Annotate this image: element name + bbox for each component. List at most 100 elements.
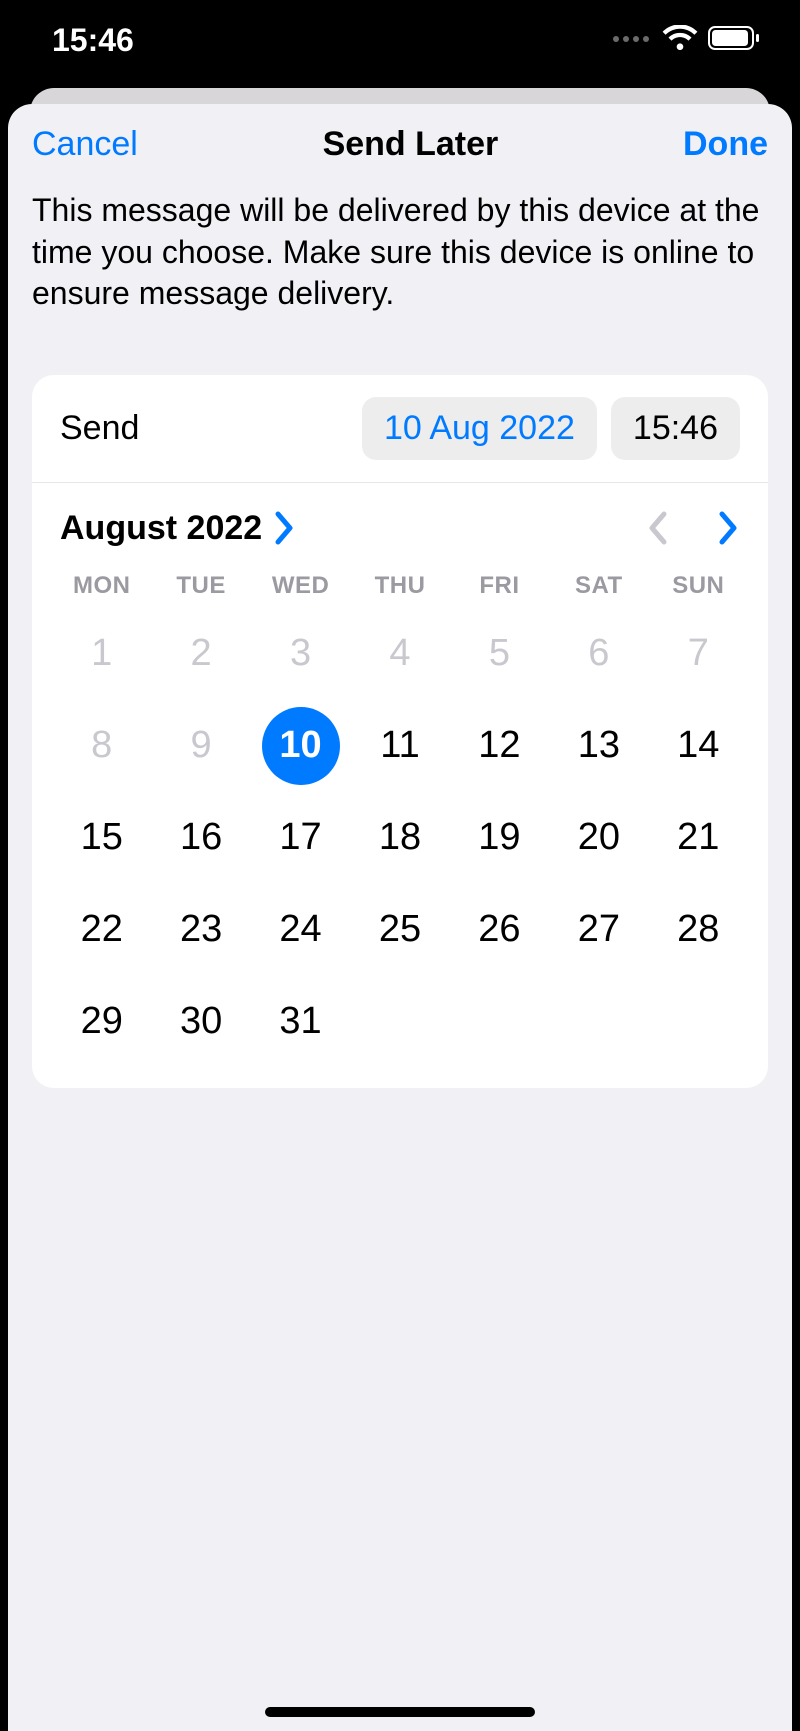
calendar-empty-cell <box>549 976 648 1068</box>
calendar-day: 9 <box>151 700 250 792</box>
calendar-empty-cell <box>350 976 449 1068</box>
calendar-day-number: 22 <box>63 891 141 969</box>
calendar-day[interactable]: 10 <box>251 700 350 792</box>
calendar-day[interactable]: 13 <box>549 700 648 792</box>
calendar-day[interactable]: 28 <box>649 884 748 976</box>
calendar-day: 3 <box>251 608 350 700</box>
calendar-day-number: 13 <box>560 707 638 785</box>
weekday-label: THU <box>350 572 449 600</box>
weekday-label: SUN <box>649 572 748 600</box>
calendar-day-number: 29 <box>63 983 141 1061</box>
calendar-day-number: 21 <box>659 799 737 877</box>
calendar-day[interactable]: 30 <box>151 976 250 1068</box>
calendar-day[interactable]: 16 <box>151 792 250 884</box>
calendar-day[interactable]: 26 <box>450 884 549 976</box>
nav-bar: Cancel Send Later Done <box>8 104 792 184</box>
send-row: Send 10 Aug 2022 15:46 <box>32 375 768 483</box>
calendar-day-number: 6 <box>560 615 638 693</box>
calendar-day[interactable]: 20 <box>549 792 648 884</box>
calendar-empty-cell <box>450 976 549 1068</box>
calendar-day[interactable]: 12 <box>450 700 549 792</box>
date-picker-card: Send 10 Aug 2022 15:46 August 2022 MONTU… <box>32 375 768 1088</box>
weekday-label: TUE <box>151 572 250 600</box>
calendar-week-row: 22 23 24 25 26 27 28 <box>32 884 768 976</box>
status-time: 15:46 <box>52 22 134 59</box>
calendar-day-number: 27 <box>560 891 638 969</box>
calendar-day-number: 9 <box>162 707 240 785</box>
selected-time-chip[interactable]: 15:46 <box>611 397 740 460</box>
calendar-day: 1 <box>52 608 151 700</box>
cancel-button[interactable]: Cancel <box>32 125 138 164</box>
description-text: This message will be delivered by this d… <box>8 184 792 315</box>
month-label: August 2022 <box>60 509 262 548</box>
weekday-label: WED <box>251 572 350 600</box>
calendar-day[interactable]: 23 <box>151 884 250 976</box>
calendar-day[interactable]: 15 <box>52 792 151 884</box>
calendar-day-number: 17 <box>262 799 340 877</box>
calendar-day-number: 18 <box>361 799 439 877</box>
calendar-day-number: 24 <box>262 891 340 969</box>
weekday-header: MONTUEWEDTHUFRISATSUN <box>32 572 768 600</box>
calendar-day-number: 8 <box>63 707 141 785</box>
calendar-day-number: 30 <box>162 983 240 1061</box>
calendar-day-number: 1 <box>63 615 141 693</box>
prev-month-button[interactable] <box>646 510 668 546</box>
calendar-day-number: 4 <box>361 615 439 693</box>
cellular-dots-icon <box>612 31 652 49</box>
calendar-day[interactable]: 18 <box>350 792 449 884</box>
month-nav <box>646 510 740 546</box>
calendar-day[interactable]: 21 <box>649 792 748 884</box>
calendar-week-row: 89 10 11 12 13 14 <box>32 700 768 792</box>
weekday-label: MON <box>52 572 151 600</box>
calendar-day[interactable]: 31 <box>251 976 350 1068</box>
calendar-empty-cell <box>649 976 748 1068</box>
home-indicator[interactable] <box>265 1707 535 1717</box>
calendar-day-number: 7 <box>659 615 737 693</box>
calendar-day[interactable]: 22 <box>52 884 151 976</box>
calendar-week-row: 1234567 <box>32 608 768 700</box>
battery-icon <box>708 26 760 55</box>
calendar-day: 4 <box>350 608 449 700</box>
selected-date-chip[interactable]: 10 Aug 2022 <box>362 397 597 460</box>
calendar-day[interactable]: 24 <box>251 884 350 976</box>
calendar-day-number: 10 <box>262 707 340 785</box>
calendar-day-number: 23 <box>162 891 240 969</box>
calendar-day-number: 19 <box>460 799 538 877</box>
calendar-day-number: 5 <box>460 615 538 693</box>
calendar-day[interactable]: 14 <box>649 700 748 792</box>
calendar-day-number: 31 <box>262 983 340 1061</box>
next-month-button[interactable] <box>718 510 740 546</box>
send-later-sheet: Cancel Send Later Done This message will… <box>8 104 792 1731</box>
calendar-day-number: 16 <box>162 799 240 877</box>
calendar-day: 7 <box>649 608 748 700</box>
calendar-day: 6 <box>549 608 648 700</box>
calendar-day[interactable]: 17 <box>251 792 350 884</box>
weekday-label: FRI <box>450 572 549 600</box>
calendar-day-number: 20 <box>560 799 638 877</box>
calendar-day-number: 25 <box>361 891 439 969</box>
calendar-week-row: 29 30 31 <box>32 976 768 1068</box>
calendar-day-number: 14 <box>659 707 737 785</box>
calendar-day-number: 26 <box>460 891 538 969</box>
calendar-day[interactable]: 19 <box>450 792 549 884</box>
month-selector[interactable]: August 2022 <box>60 509 646 548</box>
calendar-day[interactable]: 25 <box>350 884 449 976</box>
calendar-day-number: 3 <box>262 615 340 693</box>
wifi-icon <box>662 25 698 56</box>
calendar-day: 2 <box>151 608 250 700</box>
calendar-week-row: 15 16 17 18 19 20 21 <box>32 792 768 884</box>
calendar-day[interactable]: 11 <box>350 700 449 792</box>
calendar-day[interactable]: 29 <box>52 976 151 1068</box>
status-bar: 15:46 <box>0 0 800 88</box>
calendar-day-number: 11 <box>361 707 439 785</box>
calendar-day-number: 28 <box>659 891 737 969</box>
calendar-day[interactable]: 27 <box>549 884 648 976</box>
status-indicators <box>612 25 760 56</box>
calendar-day-number: 12 <box>460 707 538 785</box>
send-label: Send <box>60 409 348 448</box>
done-button[interactable]: Done <box>683 125 768 164</box>
page-title: Send Later <box>323 125 499 164</box>
calendar-day: 8 <box>52 700 151 792</box>
chevron-right-icon <box>274 510 296 546</box>
calendar-day-number: 15 <box>63 799 141 877</box>
